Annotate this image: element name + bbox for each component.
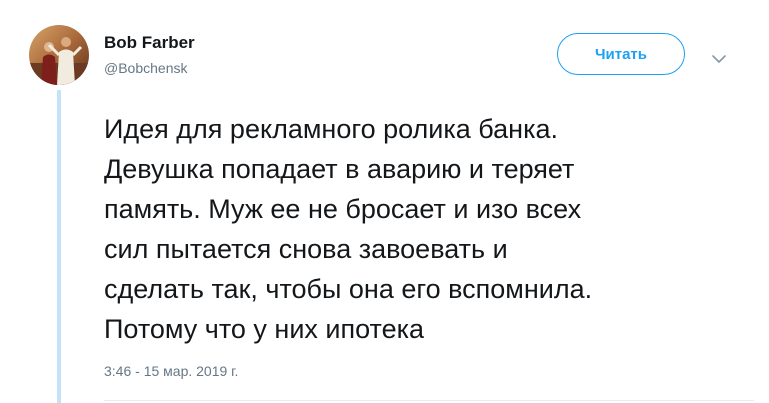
author-handle[interactable]: @Bobchensk xyxy=(104,60,187,76)
tweet-menu-button[interactable] xyxy=(708,48,730,70)
tweet-text-line: сил пытается снова завоевать и xyxy=(104,234,508,264)
tweet-text-line: Идея для рекламного ролика банка. xyxy=(104,114,559,144)
divider xyxy=(104,400,754,401)
tweet-text-line: Потому что у них ипотека xyxy=(104,314,425,344)
tweet-timestamp[interactable]: 3:46 - 15 мар. 2019 г. xyxy=(104,363,238,379)
chevron-down-icon xyxy=(712,55,726,63)
avatar-photo-icon xyxy=(29,25,89,85)
thread-line xyxy=(57,90,61,403)
tweet-text-line: сделать так, чтобы она его вспомнила. xyxy=(104,274,593,304)
tweet-text-line: память. Муж ее не бросает и изо всех xyxy=(104,194,582,224)
tweet-text-line: Девушка попадает в аварию и теряет xyxy=(104,154,575,184)
follow-button[interactable]: Читать xyxy=(557,33,685,75)
tweet-text: Идея для рекламного ролика банка. Девушк… xyxy=(104,109,754,349)
author-name[interactable]: Bob Farber xyxy=(104,33,195,53)
avatar[interactable] xyxy=(29,25,89,85)
